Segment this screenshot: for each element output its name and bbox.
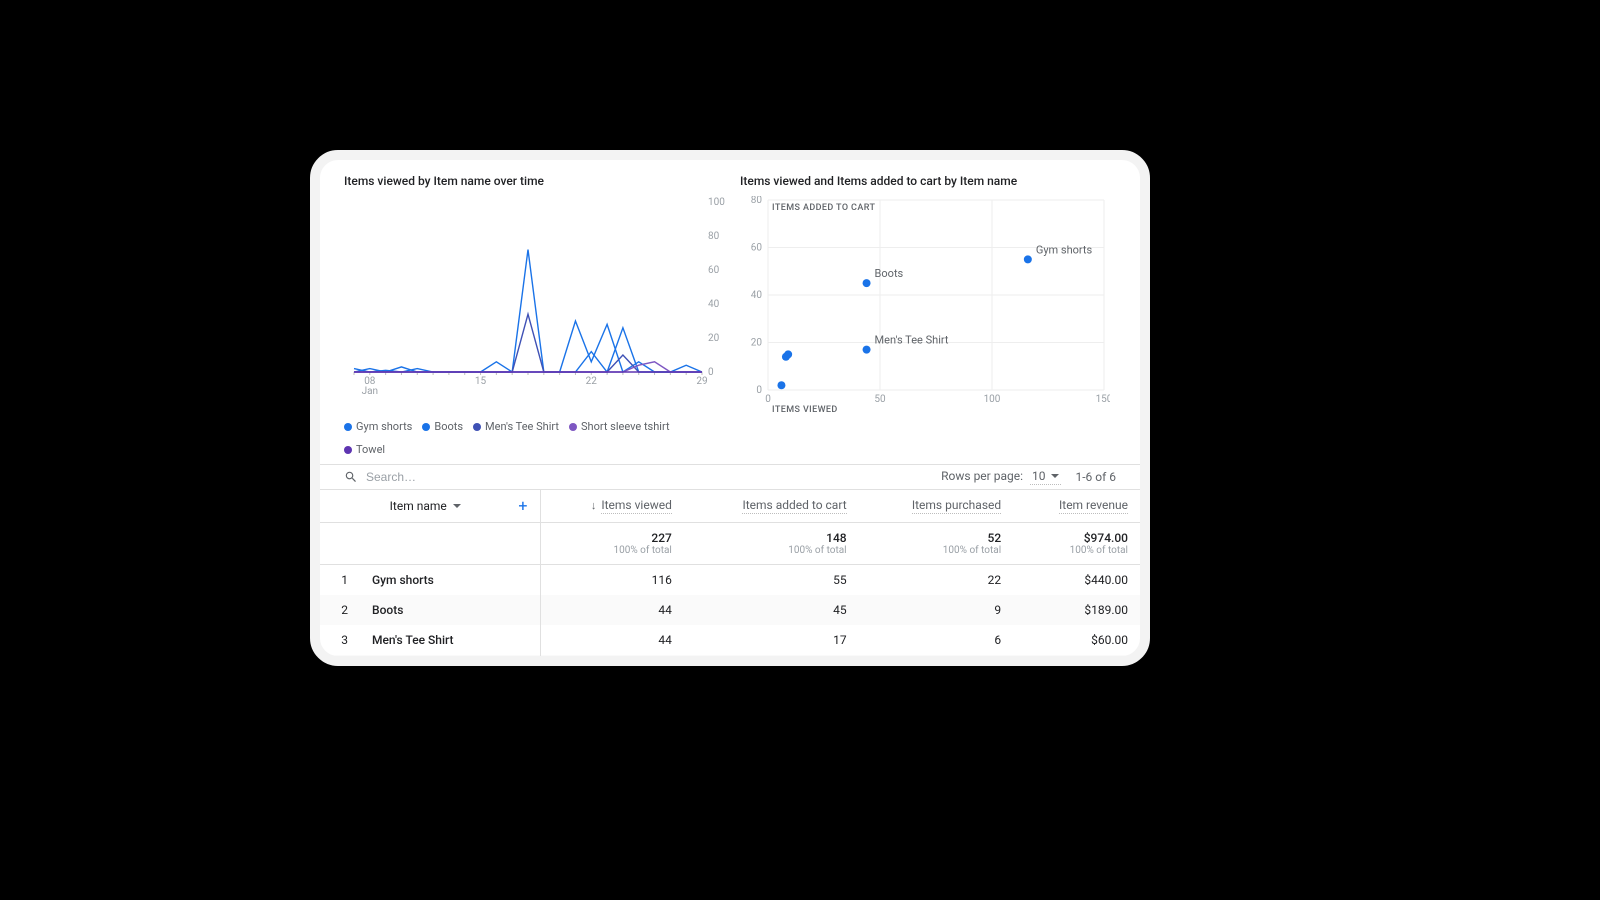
table-row[interactable]: 2Boots44459$189.00 — [320, 595, 1140, 625]
svg-text:0: 0 — [765, 394, 771, 405]
totals-row: 227100% of total 148100% of total 52100%… — [320, 523, 1140, 565]
svg-text:50: 50 — [874, 394, 886, 405]
item-name-cell: Gym shorts — [360, 565, 540, 596]
line-chart-card: Items viewed by Item name over time 0 20 4… — [344, 174, 720, 456]
legend-item[interactable]: Towel — [344, 443, 385, 456]
svg-text:15: 15 — [475, 376, 487, 387]
svg-text:40: 40 — [751, 290, 763, 301]
svg-text:80: 80 — [751, 196, 763, 206]
rows-per-page-value: 10 — [1032, 469, 1046, 483]
svg-text:ITEMS ADDED TO CART: ITEMS ADDED TO CART — [772, 203, 875, 213]
svg-text:20: 20 — [708, 333, 720, 344]
svg-text:Men's Tee Shirt: Men's Tee Shirt — [875, 334, 949, 347]
svg-text:0: 0 — [708, 367, 714, 378]
charts-row: Items viewed by Item name over time 0 20 4… — [320, 160, 1140, 464]
line-chart-title: Items viewed by Item name over time — [344, 174, 720, 188]
table-row[interactable]: 3Men's Tee Shirt44176$60.00 — [320, 625, 1140, 655]
search-input[interactable] — [364, 469, 564, 485]
dimension-picker[interactable]: Item name — [390, 499, 461, 513]
legend-item[interactable]: Men's Tee Shirt — [473, 420, 559, 433]
line-chart-legend: Gym shorts Boots Men's Tee Shirt Short slee… — [344, 420, 720, 456]
svg-text:100: 100 — [708, 197, 725, 208]
items-table: Item name + ↓ Items viewed Items added t… — [320, 490, 1140, 666]
search-wrap — [344, 469, 941, 485]
svg-text:150: 150 — [1096, 394, 1110, 405]
legend-item[interactable]: Short sleeve tshirt — [569, 420, 670, 433]
legend-swatch — [569, 423, 577, 431]
item-name-cell: Short sleeve tshirt — [360, 655, 540, 666]
legend-item[interactable]: Boots — [422, 420, 463, 433]
pagination-label: 1-6 of 6 — [1075, 470, 1116, 484]
svg-text:Boots: Boots — [875, 267, 904, 280]
svg-text:100: 100 — [984, 394, 1001, 405]
search-icon — [344, 470, 358, 484]
legend-swatch — [344, 423, 352, 431]
table-row[interactable]: 1Gym shorts1165522$440.00 — [320, 565, 1140, 596]
col-items-added[interactable]: Items added to cart — [684, 490, 859, 523]
svg-text:80: 80 — [708, 231, 720, 242]
svg-text:20: 20 — [751, 338, 763, 349]
legend-swatch — [422, 423, 430, 431]
svg-text:Gym shorts: Gym shorts — [1036, 243, 1093, 256]
svg-text:60: 60 — [708, 265, 720, 276]
scatter-chart-title: Items viewed and Items added to cart by … — [740, 174, 1116, 188]
line-chart-body[interactable]: 02040608010008152229Jan — [344, 196, 720, 416]
svg-text:22: 22 — [586, 376, 598, 387]
table-toolbar: Rows per page: 10 1-6 of 6 — [320, 464, 1140, 490]
item-name-cell: Boots — [360, 595, 540, 625]
rows-per-page: Rows per page: 10 — [941, 469, 1061, 485]
item-name-cell: Men's Tee Shirt — [360, 625, 540, 655]
svg-text:40: 40 — [708, 299, 720, 310]
col-items-purchased[interactable]: Items purchased — [859, 490, 1014, 523]
chevron-down-icon — [453, 504, 461, 508]
svg-text:0: 0 — [756, 385, 762, 396]
add-dimension-button[interactable]: + — [518, 498, 527, 514]
svg-text:ITEMS VIEWED: ITEMS VIEWED — [772, 405, 838, 415]
scatter-chart-card: Items viewed and Items added to cart by … — [740, 174, 1116, 456]
dimension-name: Item name — [390, 499, 447, 513]
svg-text:29: 29 — [696, 376, 707, 387]
legend-swatch — [344, 446, 352, 454]
sort-desc-icon: ↓ — [591, 499, 597, 512]
legend-item[interactable]: Gym shorts — [344, 420, 412, 433]
legend-swatch — [473, 423, 481, 431]
rows-per-page-label: Rows per page: — [941, 469, 1023, 483]
table-row[interactable]: 4Short sleeve tshirt9158$192.00 — [320, 655, 1140, 666]
chevron-down-icon — [1051, 474, 1059, 478]
dashboard-frame: Items viewed by Item name over time 0 20 4… — [310, 150, 1150, 666]
table-header-row: Item name + ↓ Items viewed Items added t… — [320, 490, 1140, 523]
col-item-revenue[interactable]: Item revenue — [1013, 490, 1140, 523]
col-items-viewed[interactable]: ↓ Items viewed — [540, 490, 684, 523]
scatter-chart-body[interactable]: 0 20 40 60 80 0 50 100 150 ITEMS ADDED TO CART ITE… — [740, 196, 1116, 416]
svg-text:60: 60 — [751, 243, 763, 254]
svg-text:Jan: Jan — [362, 386, 378, 396]
rows-per-page-select[interactable]: 10 — [1030, 469, 1062, 485]
